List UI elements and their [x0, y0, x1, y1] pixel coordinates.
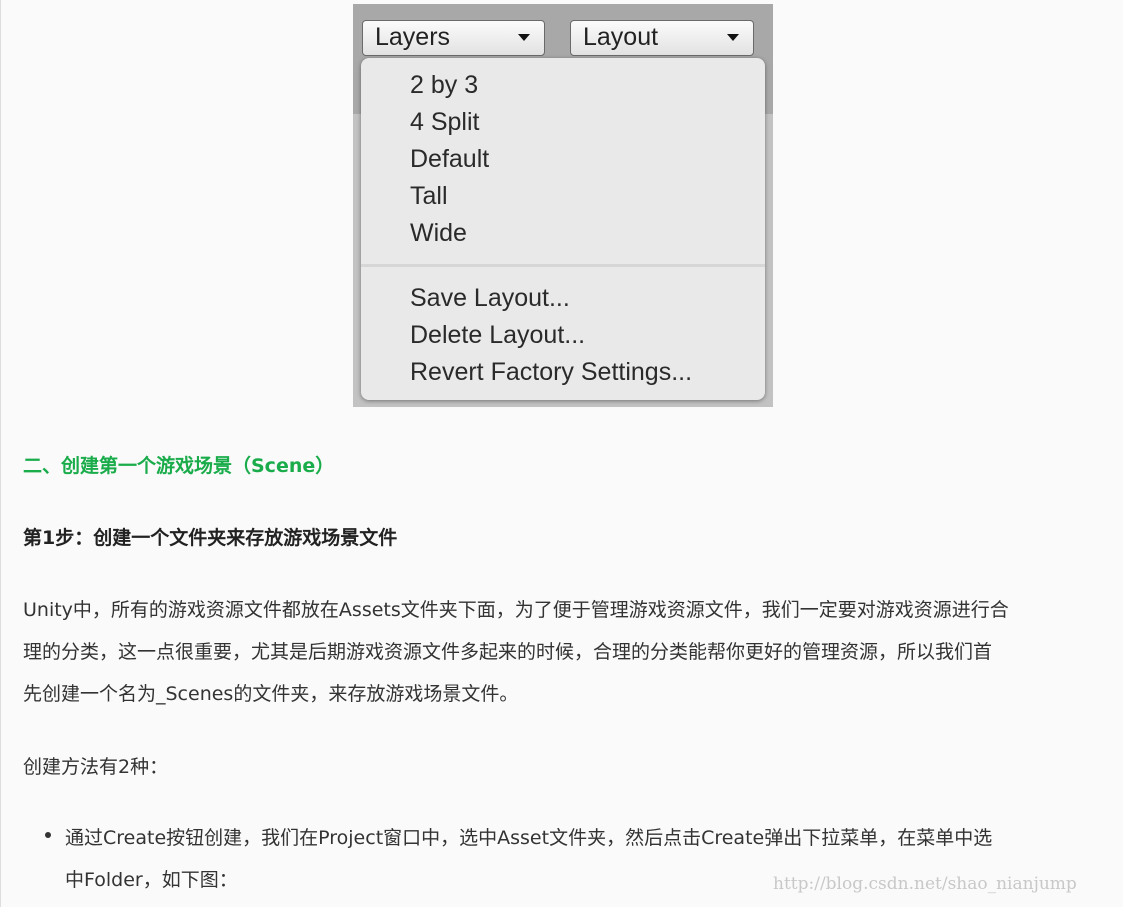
paragraph-line: 先创建一个名为_Scenes的文件夹，来存放游戏场景文件。 — [23, 683, 519, 705]
menu-item: Revert Factory Settings... — [410, 358, 693, 386]
paragraph-line: Unity中，所有的游戏资源文件都放在Assets文件夹下面，为了便于管理游戏资… — [23, 599, 1009, 621]
menu-item: Tall — [410, 182, 448, 210]
paragraph-line: 理的分类，这一点很重要，尤其是后期游戏资源文件多起来的时候，合理的分类能帮你更好… — [23, 641, 993, 663]
watermark: http://blog.csdn.net/shao_nianjump — [773, 874, 1077, 894]
menu-item: 4 Split — [410, 108, 480, 136]
layout-button: Layout — [570, 20, 754, 56]
section-title: 二、创建第一个游戏场景（Scene） — [23, 455, 335, 477]
dropdown-arrow-icon — [727, 34, 739, 41]
bullet-icon — [45, 832, 51, 838]
menu-item: Delete Layout... — [410, 321, 586, 349]
layout-label: Layout — [583, 23, 659, 51]
methods-intro: 创建方法有2种： — [23, 756, 169, 778]
layers-label: Layers — [375, 23, 451, 51]
step-title: 第1步：创建一个文件夹来存放游戏场景文件 — [23, 527, 398, 549]
bullet-line: 中Folder，如下图： — [65, 869, 238, 891]
layers-button: Layers — [362, 20, 545, 56]
layout-dropdown-menu: 2 by 3 4 Split Default Tall Wide Save La… — [361, 58, 765, 400]
layout-menu-screenshot: Layers Layout 2 by 3 4 Split Default Tal… — [353, 4, 773, 407]
menu-item: 2 by 3 — [410, 71, 479, 99]
menu-item: Wide — [410, 219, 467, 247]
menu-item: Save Layout... — [410, 284, 570, 312]
bullet-line: 通过Create按钮创建，我们在Project窗口中，选中Asset文件夹，然后… — [65, 827, 993, 849]
menu-item: Default — [410, 145, 490, 173]
menu-separator — [361, 264, 765, 267]
dropdown-arrow-icon — [518, 34, 530, 41]
